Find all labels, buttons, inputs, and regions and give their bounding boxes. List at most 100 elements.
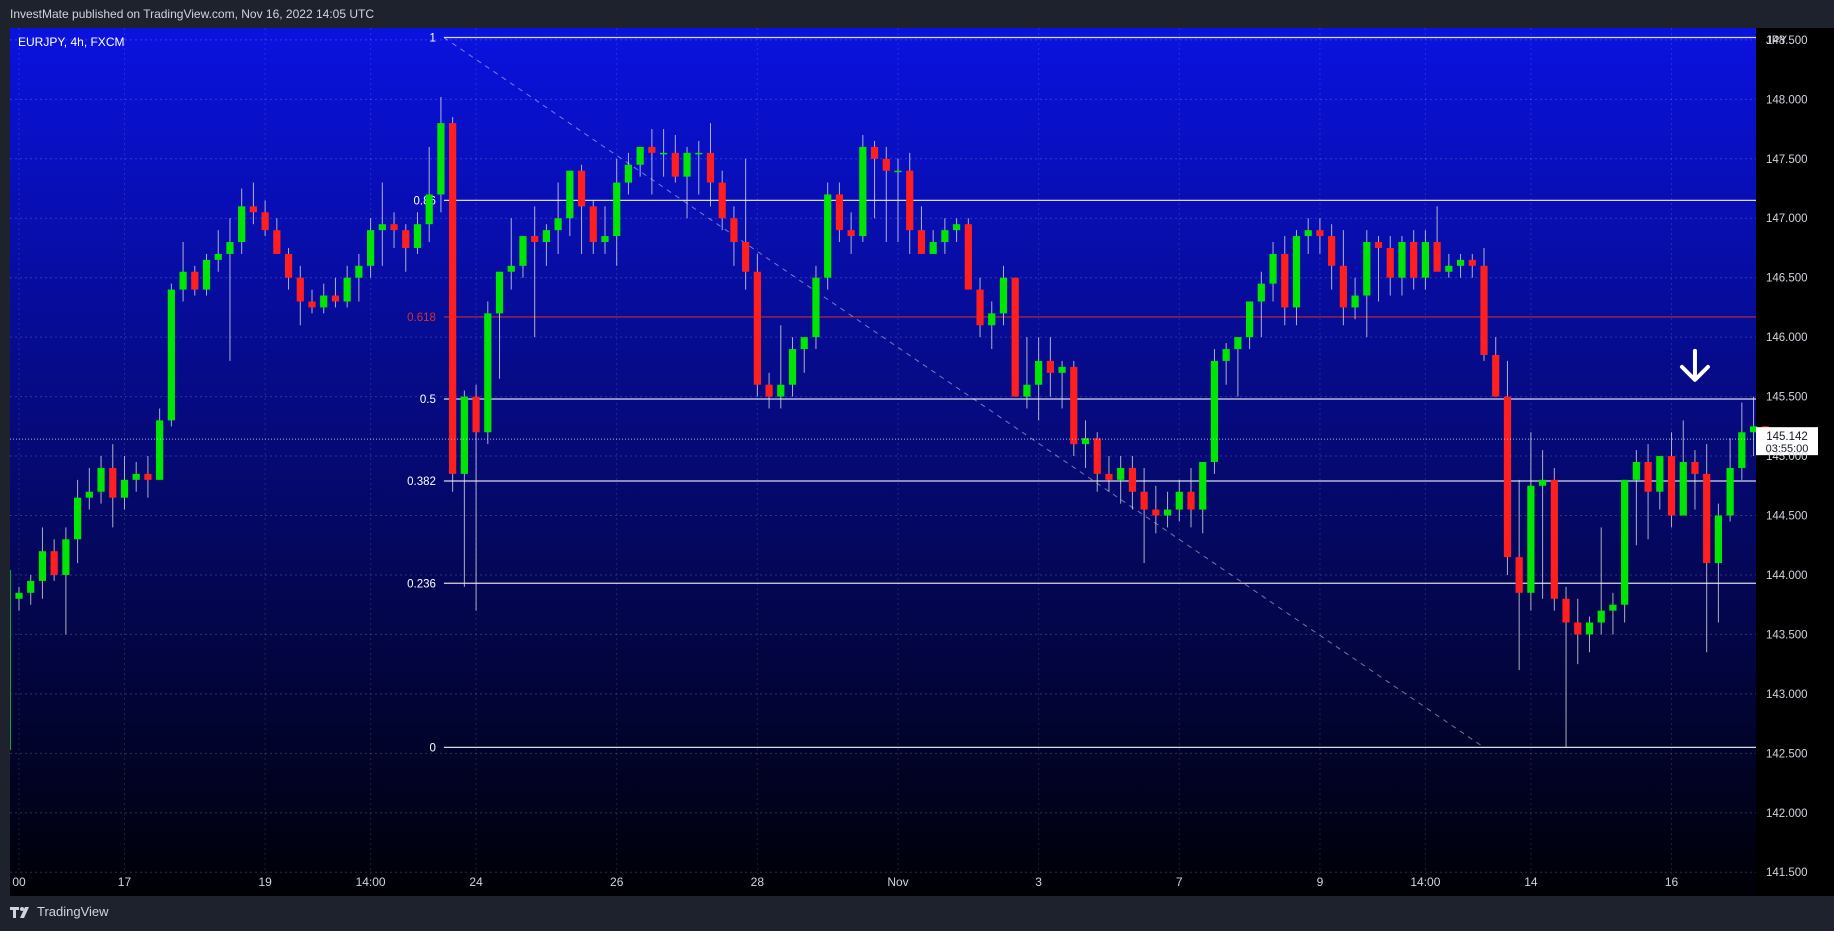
- fib-level-label: 0: [430, 742, 436, 754]
- candle-body: [648, 146, 656, 153]
- candle-body: [1714, 515, 1722, 564]
- candle-body: [1187, 491, 1195, 510]
- candle-body: [1480, 265, 1488, 355]
- candle-body: [1199, 462, 1207, 510]
- candle-body: [167, 289, 175, 421]
- candle-body: [1070, 366, 1078, 445]
- candle-body: [1210, 360, 1219, 462]
- candlestick-chart[interactable]: 10.860.6180.50.3820.2360 145.14203:55:00…: [0, 0, 1834, 931]
- candle-body: [777, 384, 785, 397]
- price-tick-label: 142.500: [1766, 748, 1808, 760]
- candle-body: [238, 206, 246, 243]
- price-tick-label: 142.000: [1766, 808, 1808, 820]
- candle-body: [1421, 242, 1429, 278]
- candle-body: [566, 170, 574, 219]
- candle-body: [1011, 277, 1019, 397]
- candle-body: [1163, 509, 1172, 516]
- price-tick-label: 145.000: [1766, 451, 1808, 463]
- price-tick-label: 143.000: [1766, 689, 1808, 701]
- candle-body: [1550, 479, 1558, 599]
- candle-body: [1515, 557, 1523, 593]
- price-tick-label: 146.500: [1766, 273, 1808, 285]
- candle-body: [472, 396, 480, 433]
- candle-body: [1117, 467, 1125, 480]
- candle-body: [1374, 242, 1383, 248]
- candle-body: [15, 592, 23, 599]
- candle-body: [1621, 479, 1629, 605]
- candle-body: [683, 152, 691, 177]
- candle-body: [660, 152, 668, 155]
- candle-body: [1351, 295, 1359, 308]
- candle-body: [847, 230, 855, 237]
- candle-body: [1023, 384, 1031, 397]
- candle-body: [1281, 253, 1289, 308]
- candle-body: [577, 170, 586, 207]
- candle-body: [449, 123, 457, 474]
- candle-body: [1691, 462, 1699, 474]
- candle-body: [835, 194, 843, 231]
- candle-body: [425, 194, 433, 225]
- candle-body: [38, 551, 47, 581]
- candle-body: [1269, 253, 1277, 284]
- tradingview-logo-icon: [10, 906, 29, 918]
- candle-body: [367, 230, 375, 266]
- time-tick-label: 17: [118, 875, 132, 889]
- candle-body: [1492, 354, 1500, 397]
- candle-body: [226, 242, 234, 254]
- candle-body: [917, 230, 926, 254]
- candle-body: [859, 146, 867, 237]
- time-tick-label: 00: [12, 875, 26, 889]
- plot-background: [10, 28, 1756, 896]
- candle-body: [1105, 473, 1113, 480]
- candle-body: [636, 146, 644, 165]
- price-tick-label: 145.500: [1766, 392, 1808, 404]
- candle-body: [964, 224, 972, 290]
- candle-body: [929, 242, 937, 254]
- candle-body: [765, 384, 773, 397]
- candle-body: [1316, 230, 1324, 237]
- candle-body: [870, 146, 879, 159]
- time-tick-label: 14:00: [356, 875, 386, 889]
- price-tick-label: 143.500: [1766, 629, 1808, 641]
- candle-body: [437, 123, 445, 195]
- candle-body: [214, 253, 222, 260]
- time-tick-label: 28: [751, 875, 765, 889]
- candle-body: [718, 182, 726, 219]
- tradingview-logo-text: TradingView: [37, 904, 109, 919]
- candle-body: [62, 539, 70, 575]
- fib-level-label: 0.382: [407, 476, 436, 488]
- time-tick-label: 19: [258, 875, 272, 889]
- candle-body: [788, 349, 797, 385]
- candle-body: [355, 265, 363, 278]
- time-tick-label: 16: [1665, 875, 1679, 889]
- candle-body: [999, 277, 1008, 314]
- candle-body: [695, 152, 703, 155]
- candle-body: [156, 420, 164, 480]
- candle-body: [1140, 491, 1148, 510]
- candle-body: [730, 218, 738, 243]
- tradingview-logo[interactable]: TradingView: [10, 904, 109, 919]
- candle-body: [460, 396, 468, 474]
- candle-body: [1046, 360, 1054, 373]
- candle-body: [1738, 432, 1746, 468]
- candle-body: [144, 473, 152, 480]
- candle-body: [27, 580, 35, 593]
- candle-body: [413, 224, 422, 248]
- candle-body: [484, 313, 492, 433]
- last-price-label: 145.142: [1766, 431, 1808, 443]
- time-tick-label: 26: [610, 875, 624, 889]
- candle-body: [343, 277, 351, 302]
- candle-body: [132, 473, 140, 480]
- candle-body: [812, 277, 820, 338]
- candle-body: [542, 230, 550, 243]
- candle-body: [1257, 283, 1265, 302]
- candle-body: [589, 206, 597, 243]
- candle-body: [320, 295, 328, 308]
- candle-body: [753, 271, 761, 385]
- fib-level-label: 0.5: [420, 394, 436, 406]
- candle-body: [1679, 462, 1687, 516]
- candle-body: [624, 164, 633, 183]
- candle-body: [109, 467, 117, 498]
- price-tick-label: 147.000: [1766, 213, 1808, 225]
- candle-body: [1386, 247, 1394, 278]
